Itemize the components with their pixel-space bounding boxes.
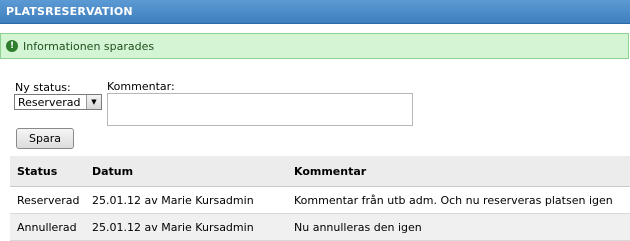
- status-select-value: Reserverad: [18, 96, 81, 109]
- table-row: Reserverad 25.01.12 av Marie Kursadmin K…: [10, 186, 630, 214]
- page-title: PLATSRESERVATION: [6, 5, 133, 18]
- info-icon: !: [6, 40, 18, 52]
- status-history-table: Status Datum Kommentar Reserverad 25.01.…: [10, 156, 630, 241]
- row-date: 25.01.12 av Marie Kursadmin: [85, 213, 287, 241]
- column-header-date: Datum: [85, 156, 287, 187]
- row-status: Annullerad: [10, 213, 85, 241]
- comment-input[interactable]: [107, 93, 413, 126]
- column-header-comment: Kommentar: [287, 156, 630, 187]
- row-status: Reserverad: [10, 186, 85, 214]
- page-header: PLATSRESERVATION: [0, 0, 630, 24]
- chevron-down-icon[interactable]: ▼: [86, 95, 101, 109]
- column-header-status: Status: [10, 156, 85, 187]
- row-comment: Kommentar från utb adm. Och nu reservera…: [287, 186, 630, 214]
- comment-label: Kommentar:: [107, 80, 175, 93]
- success-notice: ! Informationen sparades: [0, 33, 629, 59]
- table-row: Annullerad 25.01.12 av Marie Kursadmin N…: [10, 213, 630, 241]
- success-message: Informationen sparades: [23, 40, 155, 53]
- status-select[interactable]: Reserverad ▼: [14, 94, 102, 110]
- row-date: 25.01.12 av Marie Kursadmin: [85, 186, 287, 214]
- save-button[interactable]: Spara: [16, 128, 74, 149]
- row-comment: Nu annulleras den igen: [287, 213, 630, 241]
- status-label: Ny status:: [15, 81, 71, 94]
- table-header-row: Status Datum Kommentar: [10, 156, 630, 187]
